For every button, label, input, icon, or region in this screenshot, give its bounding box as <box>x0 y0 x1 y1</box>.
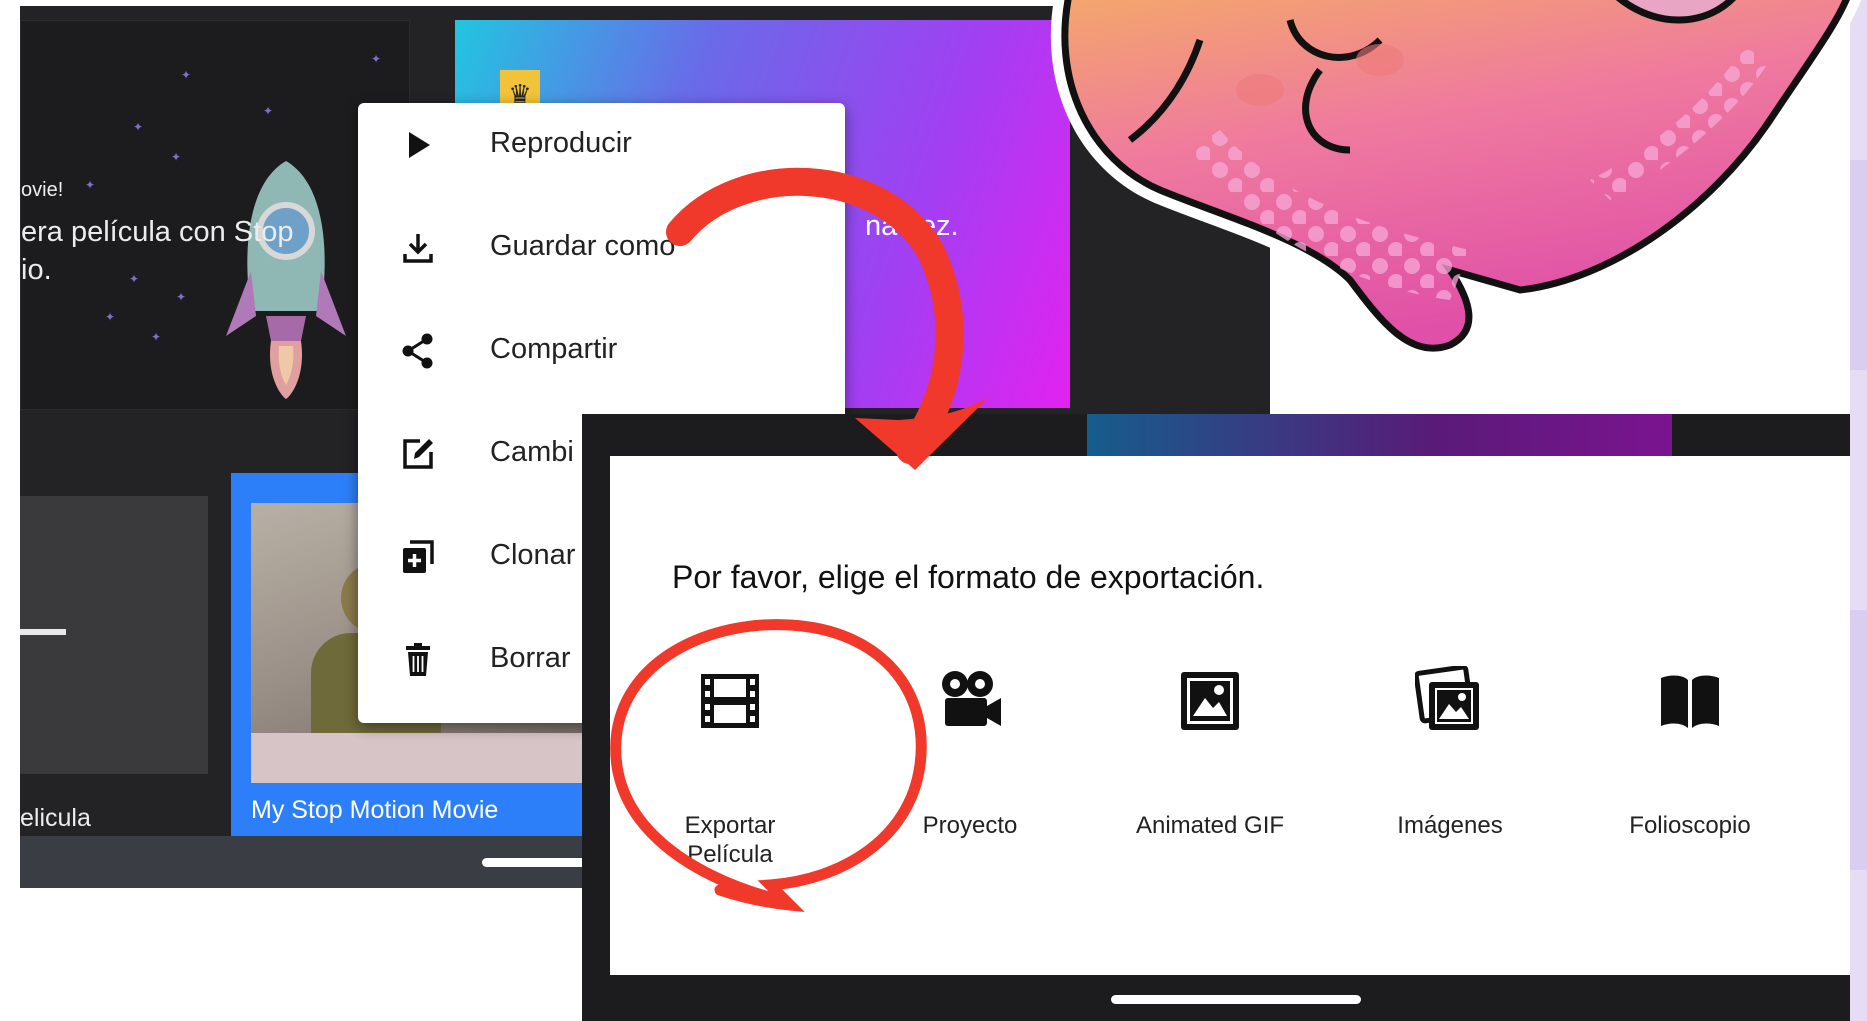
menu-item-label: Reproducir <box>490 127 632 159</box>
export-option-label: Exportar Película <box>610 811 850 869</box>
system-nav-bar <box>582 975 1850 1021</box>
banner-text-line2: io. <box>21 254 52 286</box>
film-icon <box>701 674 759 728</box>
promo-banner-text: na vez. <box>865 210 959 242</box>
label-line1: Animated GIF <box>1135 812 1285 839</box>
menu-item-guardar-como[interactable]: Guardar como <box>358 206 845 286</box>
rocket-illustration <box>226 161 346 399</box>
cartoon-character-illustration <box>1050 0 1862 363</box>
label-line1: Folioscopio <box>1629 812 1751 839</box>
export-option-label: Animated GIF <box>1090 811 1330 840</box>
app-screen-export: Por favor, elige el formato de exportaci… <box>582 414 1850 1021</box>
side-decor-curve-bottom <box>1850 610 1867 870</box>
export-format-dialog: Por favor, elige el formato de exportaci… <box>610 456 1850 975</box>
download-icon <box>403 234 433 263</box>
export-option-pelicula[interactable]: Exportar Película <box>610 666 850 869</box>
menu-item-label: Clonar <box>490 539 576 571</box>
star-decor: ✦ <box>263 104 274 118</box>
export-option-label: Folioscopio <box>1570 811 1810 840</box>
image-icon <box>1181 672 1239 730</box>
star-decor: ✦ <box>133 120 144 134</box>
edit-icon <box>403 439 433 469</box>
export-option-label: Imágenes <box>1330 811 1570 840</box>
export-option-imagenes[interactable]: Imágenes <box>1330 666 1570 866</box>
banner-text-line1: era película con Stop <box>21 216 294 248</box>
star-decor: ✦ <box>171 150 182 164</box>
star-decor: ✦ <box>371 52 382 66</box>
new-movie-thumbnail[interactable] <box>20 496 208 774</box>
clone-icon <box>403 540 434 573</box>
minus-icon <box>20 629 66 635</box>
export-option-proyecto[interactable]: Proyecto <box>850 666 1090 866</box>
menu-item-label: Compartir <box>490 333 618 365</box>
label-line1: Proyecto <box>922 812 1018 839</box>
home-gesture-pill[interactable] <box>1111 995 1361 1004</box>
menu-item-reproducir[interactable]: Reproducir <box>358 103 845 183</box>
movie-camera-icon <box>942 671 1001 726</box>
dialog-title: Por favor, elige el formato de exportaci… <box>672 559 1265 595</box>
label-line1: Exportar <box>684 812 776 839</box>
label-line2: Película <box>687 841 773 868</box>
export-option-folioscopio[interactable]: Folioscopio <box>1570 666 1810 866</box>
export-option-gif[interactable]: Animated GIF <box>1090 666 1330 866</box>
label-line1: Imágenes <box>1397 812 1503 839</box>
trash-icon <box>406 643 430 676</box>
background-banner-strip <box>1087 414 1672 458</box>
star-decor: ✦ <box>181 68 192 82</box>
star-decor: ✦ <box>129 272 140 286</box>
star-decor: ✦ <box>151 330 162 344</box>
book-icon <box>1661 675 1719 728</box>
menu-item-compartir[interactable]: Compartir <box>358 309 845 389</box>
play-icon <box>409 132 430 158</box>
star-decor: ✦ <box>85 178 96 192</box>
menu-item-label: Cambi <box>490 436 574 468</box>
share-icon <box>402 333 433 369</box>
promo-banner-stopmotion[interactable]: ✦ ✦ ✦ ✦ ✦ ✦ ✦ ✦ ✦ ✦ ovie! era película c… <box>20 20 410 410</box>
project-card-title: My Stop Motion Movie <box>251 796 499 824</box>
menu-item-label: Borrar <box>490 642 571 674</box>
thumbnail-label: elicula <box>20 804 91 832</box>
star-decor: ✦ <box>176 290 187 304</box>
export-option-label: Proyecto <box>850 811 1090 840</box>
menu-item-label: Guardar como <box>490 230 676 262</box>
banner-small-text: ovie! <box>21 179 64 201</box>
images-icon <box>1415 666 1479 730</box>
star-decor: ✦ <box>105 310 116 324</box>
